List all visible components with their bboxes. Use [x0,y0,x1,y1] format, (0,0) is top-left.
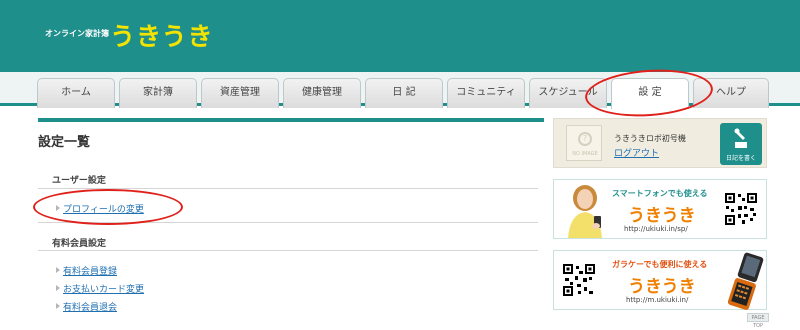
tab-asset-management[interactable]: 資産管理 [201,78,279,108]
tab-home[interactable]: ホーム [37,78,115,108]
tab-diary[interactable]: 日 記 [365,78,443,108]
banner-logo: うきうき [628,206,696,226]
logo-subtitle: オンライン家計簿 [45,29,109,38]
banner-logo: うきうき [628,277,696,297]
qr-code-icon [562,263,596,297]
avatar: ? NO IMAGE [566,125,602,161]
tab-health-management[interactable]: 健康管理 [283,78,361,108]
divider [38,250,538,251]
mobile-banner[interactable]: ガラケーでも便利に使える うきうき http://m.ukiuki.in/ [553,250,767,310]
noimage-label: NO IMAGE [572,151,598,157]
tab-community[interactable]: コミュニティ [447,78,525,108]
link-card-change[interactable]: お支払いカード変更 [63,282,144,295]
flip-phone-image [727,252,764,310]
link-paid-register[interactable]: 有料会員登録 [63,264,117,277]
page-title: 設定一覧 [38,135,91,150]
title-rule [38,118,544,122]
write-diary-label: 日記を書く [725,155,756,162]
banner-headline: ガラケーでも便利に使える [612,260,708,269]
bullet-icon [56,285,60,291]
banner-url: http://ukiuki.in/sp/ [624,225,688,233]
logo[interactable]: うきうき [110,17,214,53]
page-top-button[interactable]: PAGE TOP [747,313,769,329]
section-user-settings: ユーザー設定 [52,176,106,186]
banner-url: http://m.ukiuki.in/ [626,296,689,304]
link-paid-cancel[interactable]: 有料会員退会 [63,300,117,313]
qr-code-icon [724,192,758,226]
banner-headline: スマートフォンでも使える [612,189,708,198]
tab-household-budget[interactable]: 家計簿 [119,78,197,108]
pen-icon [734,128,747,148]
username: うきうきロボ初号機 [614,134,686,143]
smartphone-banner[interactable]: スマートフォンでも使える うきうき http://ukiuki.in/sp/ [553,179,767,239]
bullet-icon [56,267,60,273]
annotation-oval-profile [33,189,183,225]
logout-link[interactable]: ログアウト [614,146,659,159]
question-icon: ? [578,132,592,146]
bullet-icon [56,303,60,309]
site-header: オンライン家計簿 うきうき [0,0,800,72]
section-paid-settings: 有料会員設定 [52,239,107,249]
write-diary-button[interactable]: 日記を書く [720,123,762,165]
woman-with-phone-image [568,185,602,238]
profile-card: ? NO IMAGE うきうきロボ初号機 ログアウト 日記を書く [553,118,767,168]
